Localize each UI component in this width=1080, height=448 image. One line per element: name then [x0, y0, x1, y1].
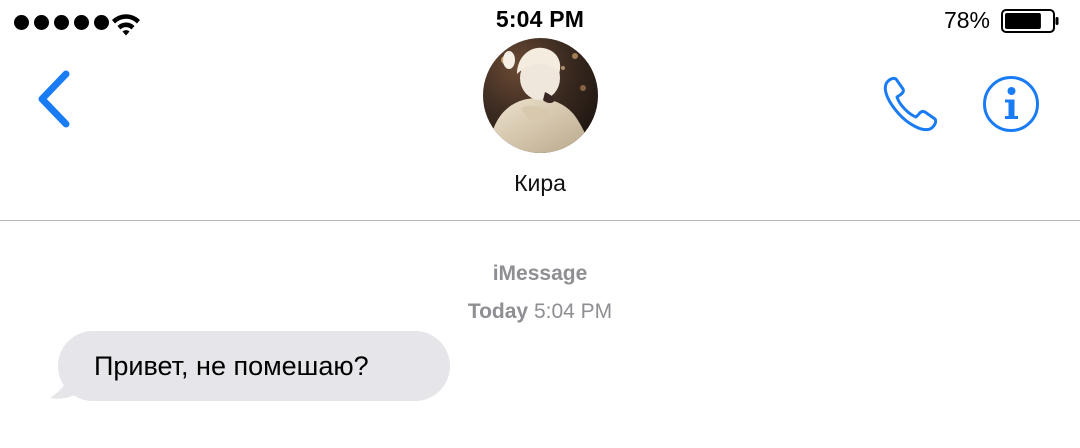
status-time: 5:04 PM [495, 6, 585, 32]
chevron-left-icon [38, 70, 70, 128]
timestamp-time: 5:04 PM [533, 300, 613, 323]
contact-avatar[interactable] [483, 38, 598, 153]
back-button[interactable] [30, 68, 80, 130]
avatar-photo [483, 38, 598, 153]
info-icon [983, 76, 1039, 132]
contact-name[interactable]: Кира [0, 170, 1080, 197]
timestamp-day: Today [467, 300, 529, 323]
info-button[interactable] [981, 74, 1041, 134]
message-timestamp: Today 5:04 PM [0, 300, 1080, 324]
status-bar: 5:04 PM 78% [0, 0, 1080, 40]
battery-level-fill [1005, 13, 1041, 29]
battery-icon [1001, 9, 1059, 33]
battery-percent: 78% [943, 7, 990, 33]
incoming-message-bubble[interactable]: Привет, не помешаю? [58, 331, 450, 401]
header-divider [0, 220, 1080, 221]
phone-icon [883, 76, 938, 132]
phone-button[interactable] [878, 74, 942, 134]
service-label: iMessage [492, 262, 588, 285]
